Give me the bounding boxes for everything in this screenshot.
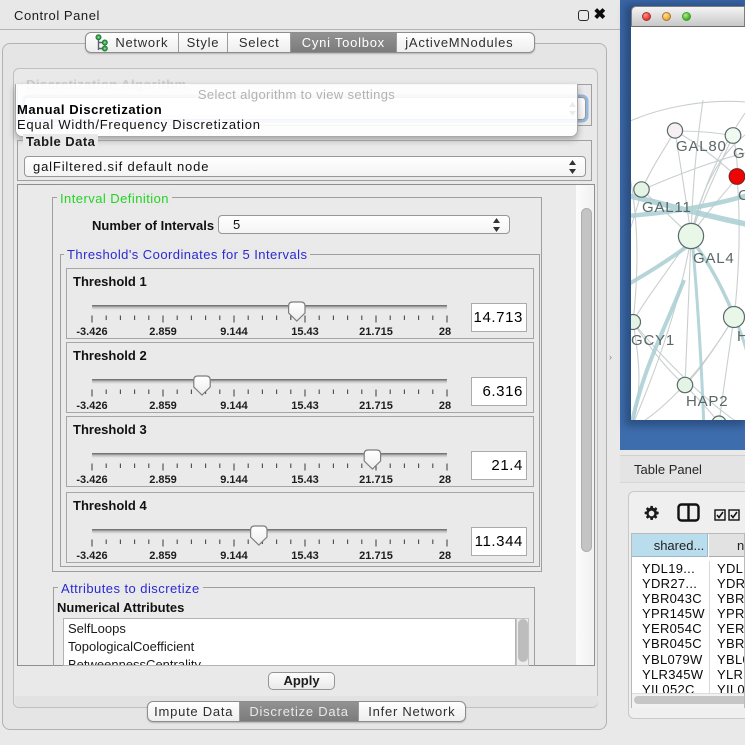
- svg-text:15.43: 15.43: [291, 326, 319, 338]
- svg-text:28: 28: [439, 474, 451, 486]
- svg-text:15.43: 15.43: [291, 550, 319, 562]
- svg-text:GA: GA: [733, 145, 745, 162]
- svg-text:21.715: 21.715: [359, 400, 393, 412]
- svg-text:C: C: [738, 187, 745, 204]
- svg-text:2.859: 2.859: [149, 326, 177, 338]
- svg-text:2.859: 2.859: [149, 400, 177, 412]
- svg-text:15.43: 15.43: [291, 474, 319, 486]
- svg-text:28: 28: [439, 326, 451, 338]
- svg-text:HAP2: HAP2: [686, 393, 728, 410]
- svg-text:GAL11: GAL11: [642, 199, 692, 216]
- svg-text:9.144: 9.144: [220, 474, 248, 486]
- svg-text:H: H: [737, 328, 745, 345]
- svg-text:GAL80: GAL80: [676, 138, 727, 155]
- svg-text:9.144: 9.144: [220, 550, 248, 562]
- svg-text:21.715: 21.715: [359, 326, 393, 338]
- svg-text:2.859: 2.859: [149, 474, 177, 486]
- svg-text:GAL4: GAL4: [693, 250, 735, 267]
- svg-text:15.43: 15.43: [291, 400, 319, 412]
- svg-text:21.715: 21.715: [359, 550, 393, 562]
- svg-text:-3.426: -3.426: [76, 550, 107, 562]
- svg-text:-3.426: -3.426: [76, 474, 107, 486]
- svg-text:28: 28: [439, 550, 451, 562]
- svg-text:-3.426: -3.426: [76, 326, 107, 338]
- svg-text:2.859: 2.859: [149, 550, 177, 562]
- svg-text:21.715: 21.715: [359, 474, 393, 486]
- svg-text:GCY1: GCY1: [631, 332, 675, 349]
- svg-text:9.144: 9.144: [220, 400, 248, 412]
- svg-text:9.144: 9.144: [220, 326, 248, 338]
- svg-text:28: 28: [439, 400, 451, 412]
- svg-text:-3.426: -3.426: [76, 400, 107, 412]
